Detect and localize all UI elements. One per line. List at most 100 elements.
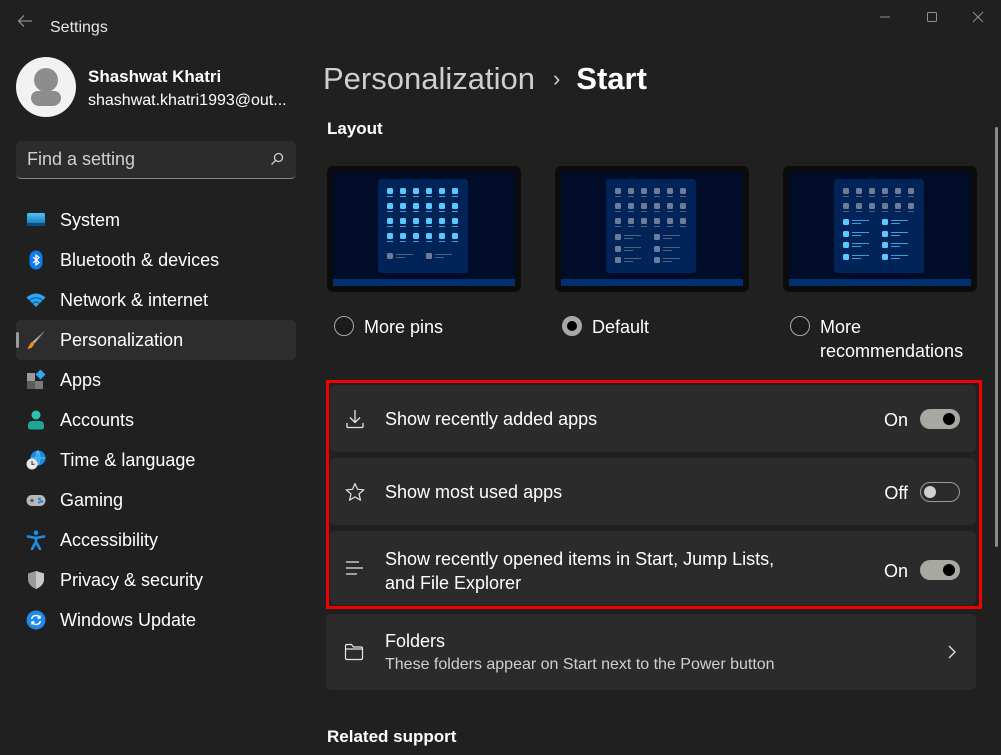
user-profile[interactable]: Shashwat Khatri shashwat.khatri1993@out.…	[16, 57, 316, 119]
preview-line	[452, 241, 458, 242]
active-indicator	[16, 332, 19, 348]
preview-tile	[680, 218, 686, 224]
sidebar-item-windows-update[interactable]: Windows Update	[16, 600, 296, 640]
preview-line	[435, 257, 444, 258]
preview-line	[641, 196, 647, 197]
chevron-right-icon	[948, 645, 956, 659]
radio-more-pins[interactable]: More pins	[334, 316, 443, 339]
preview-line	[387, 196, 393, 197]
toggle-switch[interactable]	[920, 409, 960, 429]
preview-line	[663, 261, 672, 262]
sidebar-item-gaming[interactable]: Gaming	[16, 480, 296, 520]
preview-line	[852, 234, 861, 236]
preview-line	[439, 196, 445, 197]
preview-line	[667, 226, 673, 227]
preview-tile	[413, 218, 419, 224]
preview-line	[895, 196, 901, 197]
sidebar-item-accessibility[interactable]: Accessibility	[16, 520, 296, 560]
sidebar-item-bluetooth[interactable]: Bluetooth & devices	[16, 240, 296, 280]
radio-button[interactable]	[334, 316, 354, 336]
preview-tile	[908, 188, 914, 194]
preview-tile	[387, 253, 393, 259]
sidebar-item-network[interactable]: Network & internet	[16, 280, 296, 320]
preview-line	[680, 211, 686, 212]
preview-line	[891, 231, 908, 233]
sidebar-item-system[interactable]: System	[16, 200, 296, 240]
preview-line	[624, 258, 641, 259]
sidebar-item-privacy[interactable]: Privacy & security	[16, 560, 296, 600]
preview-line	[663, 235, 680, 236]
layout-option-more-pins[interactable]	[327, 166, 521, 292]
preview-tile	[452, 203, 458, 209]
breadcrumb-parent[interactable]: Personalization	[323, 61, 535, 97]
preview-line	[426, 226, 432, 227]
preview-line	[882, 211, 888, 212]
preview-tile	[843, 219, 849, 225]
preview-tile	[452, 218, 458, 224]
preview-line	[654, 196, 660, 197]
preview-line	[667, 196, 673, 197]
preview-line	[852, 231, 869, 233]
time-language-icon	[26, 450, 46, 470]
preview-tile	[667, 203, 673, 209]
toggle-switch[interactable]	[920, 560, 960, 580]
sidebar-item-personalization[interactable]: Personalization	[16, 320, 296, 360]
preview-line	[856, 211, 862, 212]
preview-line	[852, 246, 861, 247]
scrollbar[interactable]	[995, 127, 998, 547]
preview-tile	[654, 218, 660, 224]
folders-setting[interactable]: Folders These folders appear on Start ne…	[326, 614, 976, 690]
preview-tile	[413, 233, 419, 239]
layout-option-default[interactable]	[555, 166, 749, 292]
preview-line	[680, 226, 686, 227]
radio-button-checked[interactable]	[562, 316, 582, 336]
preview-tile	[628, 203, 634, 209]
breadcrumb: Personalization › Start	[323, 58, 647, 100]
sidebar-item-label: Accounts	[60, 410, 135, 430]
preview-tile	[895, 188, 901, 194]
close-icon	[972, 11, 984, 23]
close-button[interactable]	[963, 6, 993, 28]
preview-line	[400, 196, 406, 197]
layout-preview-more-pins[interactable]	[327, 166, 521, 292]
preview-tile	[908, 203, 914, 209]
radio-default[interactable]: Default	[562, 316, 649, 339]
sidebar-item-time-language[interactable]: Time & language	[16, 440, 296, 480]
setting-label: Show most used apps	[385, 482, 563, 502]
preview-line	[908, 196, 914, 197]
layout-option-more-recommendations[interactable]	[783, 166, 977, 292]
related-support-title: Related support	[327, 727, 457, 746]
preview-tile	[869, 203, 875, 209]
preview-tile	[641, 188, 647, 194]
radio-button[interactable]	[790, 316, 810, 336]
minimize-button[interactable]	[870, 6, 900, 28]
preview-line	[387, 226, 393, 227]
radio-more-recommendations[interactable]: More recommendations	[790, 316, 980, 363]
search-input[interactable]	[16, 141, 266, 177]
sidebar-item-accounts[interactable]: Accounts	[16, 400, 296, 440]
preview-tile	[413, 188, 419, 194]
back-button[interactable]	[14, 14, 36, 34]
preview-tile	[413, 203, 419, 209]
preview-line	[869, 196, 875, 197]
toggle-switch[interactable]	[920, 482, 960, 502]
preview-tile	[882, 253, 888, 260]
preview-tile	[426, 233, 432, 239]
preview-line	[852, 254, 869, 256]
toggle-state-text: Off	[884, 483, 908, 503]
toggle-state-text: On	[883, 410, 908, 430]
accounts-icon	[28, 410, 44, 430]
preview-line	[439, 226, 445, 227]
preview-line	[624, 249, 633, 251]
list-icon	[346, 561, 363, 575]
layout-preview-default[interactable]	[555, 166, 749, 292]
preview-tile	[615, 188, 621, 194]
preview-tile	[680, 188, 686, 194]
preview-tile	[667, 218, 673, 224]
layout-preview-more-recommendations[interactable]	[783, 166, 977, 292]
sidebar-item-apps[interactable]: Apps	[16, 360, 296, 400]
maximize-button[interactable]	[917, 6, 947, 28]
search-icon[interactable]	[270, 152, 284, 166]
preview-line	[891, 254, 908, 256]
preview-line	[452, 211, 458, 212]
